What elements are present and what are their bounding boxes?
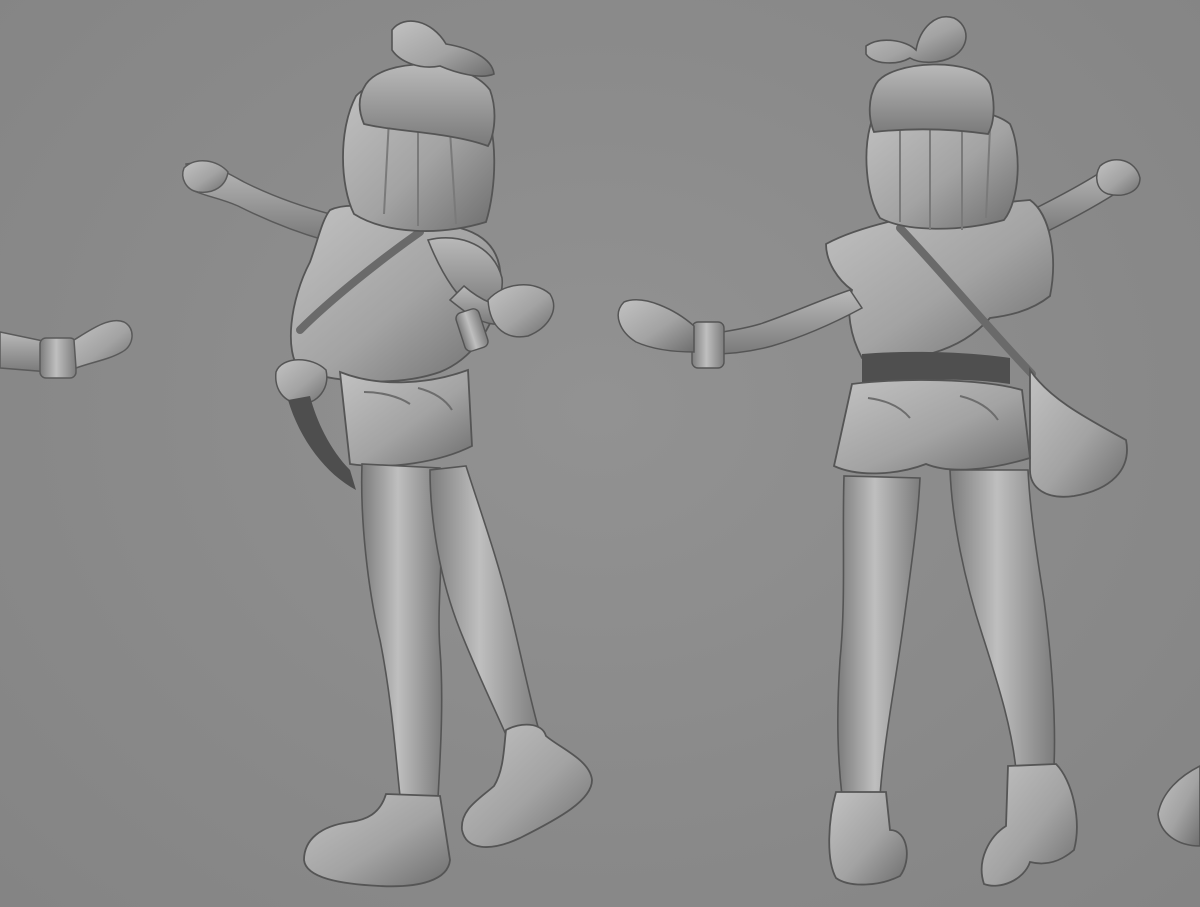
hat-with-bow <box>868 63 995 135</box>
bow-icon <box>865 15 967 64</box>
shoulder-bag <box>1029 367 1128 498</box>
boot-icon <box>828 791 908 886</box>
render-viewport <box>0 0 1200 907</box>
sneaker-icon <box>461 723 593 848</box>
character-three-quarter-back-view <box>182 20 593 888</box>
boot-icon <box>980 763 1078 887</box>
hand-icon <box>617 299 695 353</box>
hand-icon <box>487 284 555 338</box>
wristband-icon <box>39 337 77 379</box>
hand-icon <box>1095 159 1141 196</box>
wristband-icon <box>691 321 725 369</box>
shoe-icon <box>1157 765 1200 847</box>
sneaker-icon <box>303 793 451 888</box>
partial-figure-right-edge <box>1157 765 1200 847</box>
hand-icon <box>73 319 133 370</box>
character-back-view <box>617 15 1141 887</box>
denim-shorts <box>832 379 1031 475</box>
partial-figure-left-edge <box>0 319 133 379</box>
denim-shorts <box>338 368 473 467</box>
sculpt-render-canvas <box>0 15 1200 888</box>
